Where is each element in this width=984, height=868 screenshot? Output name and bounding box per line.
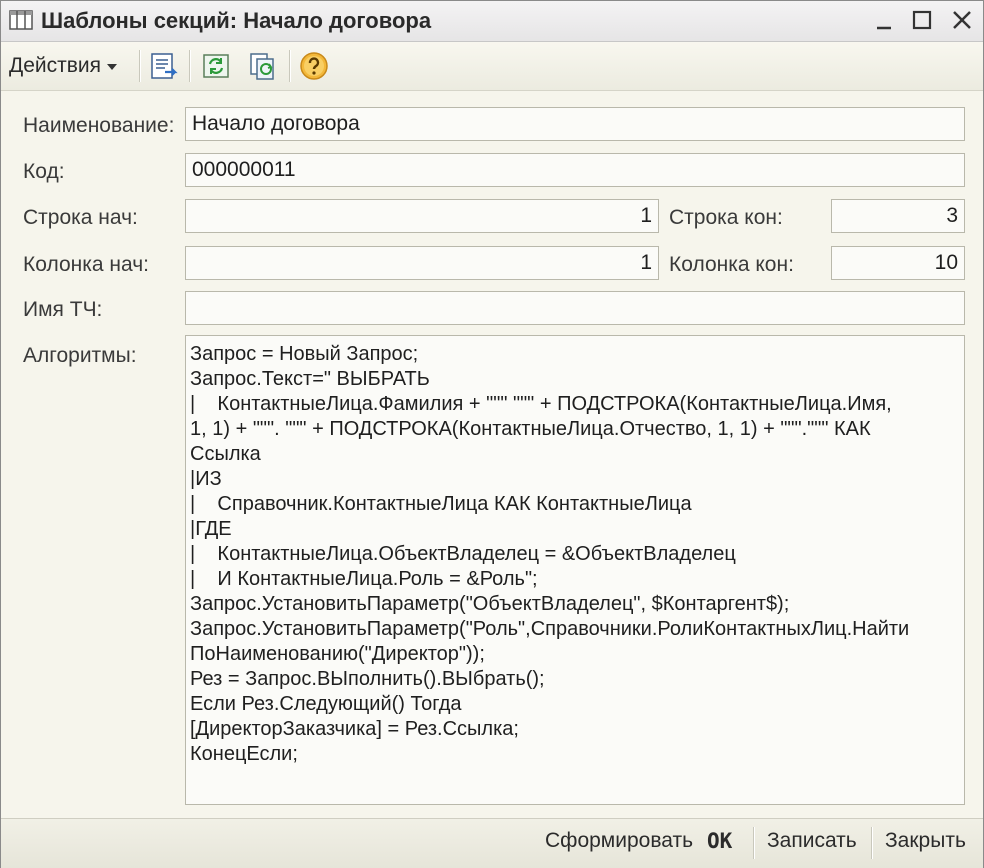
code-line: Запрос.УстановитьПараметр("Роль",Справоч… (190, 618, 910, 640)
title-bar[interactable]: Шаблоны секций: Начало договора (1, 1, 983, 42)
close-icon[interactable] (947, 7, 977, 35)
code-field[interactable]: 000000011 (185, 153, 965, 187)
row-start-field[interactable]: 1 (185, 199, 659, 233)
code-line: |ИЗ (190, 468, 222, 490)
help-icon[interactable] (297, 50, 331, 82)
row-end-label: Строка кон: (669, 206, 783, 229)
ok-button[interactable]: OK (707, 829, 732, 853)
toolbar-separator (189, 50, 191, 82)
code-line: Ссылка (190, 443, 261, 465)
col-end-field[interactable]: 10 (831, 246, 965, 280)
code-line: Рез = Запрос.ВЫполнить().ВЫбрать(); (190, 668, 545, 690)
toolbar-separator (139, 50, 141, 82)
window-title: Шаблоны секций: Начало договора (41, 8, 432, 33)
row-end-field[interactable]: 3 (831, 199, 965, 233)
button-separator (871, 827, 873, 859)
minimize-icon[interactable] (869, 7, 899, 35)
toolbar: Действия (1, 42, 983, 91)
bottom-button-bar: Сформировать OK Записать Закрыть (1, 818, 983, 868)
code-line: 1, 1) + """. """ + ПОДСТРОКА(КонтактныеЛ… (190, 418, 871, 440)
chevron-down-icon (107, 64, 118, 70)
refresh-icon[interactable] (199, 50, 233, 82)
code-line: | КонтактныеЛица.Фамилия + """ """ + ПОД… (190, 393, 892, 415)
code-label: Код: (23, 160, 65, 183)
code-line: | КонтактныеЛица.ОбъектВладелец = &Объек… (190, 543, 736, 565)
code-line: КонецЕсли; (190, 743, 298, 765)
dialog-window: Шаблоны секций: Начало договора Действия (0, 0, 984, 868)
name-field[interactable]: Начало договора (185, 107, 965, 141)
table-columns-icon (9, 10, 33, 30)
button-separator (753, 827, 755, 859)
code-line: Запрос = Новый Запрос; (190, 343, 419, 365)
code-line: | И КонтактныеЛица.Роль = &Роль"; (190, 568, 538, 590)
code-line: Если Рез.Следующий() Тогда (190, 693, 462, 715)
save-and-close-icon[interactable] (147, 50, 181, 82)
close-button[interactable]: Закрыть (885, 829, 966, 853)
code-line: [ДиректорЗаказчика] = Рез.Ссылка; (190, 718, 519, 740)
actions-menu-button[interactable]: Действия (9, 48, 135, 84)
code-line: ПоНаименованию("Директор")); (190, 643, 485, 665)
maximize-icon[interactable] (907, 7, 937, 35)
tch-name-label: Имя ТЧ: (23, 298, 103, 321)
row-start-label: Строка нач: (23, 206, 138, 229)
code-line: | Справочник.КонтактныеЛица КАК Контактн… (190, 493, 692, 515)
code-line: Запрос.Текст=" ВЫБРАТЬ (190, 368, 430, 390)
copy-icon[interactable] (245, 50, 279, 82)
generate-button[interactable]: Сформировать (545, 829, 693, 853)
col-end-label: Колонка кон: (669, 253, 794, 276)
toolbar-separator (289, 50, 291, 82)
algorithms-textarea[interactable]: Запрос = Новый Запрос; Запрос.Текст=" ВЫ… (185, 335, 965, 805)
code-line: Запрос.УстановитьПараметр("ОбъектВладеле… (190, 593, 790, 615)
algorithms-label: Алгоритмы: (23, 344, 137, 367)
col-start-field[interactable]: 1 (185, 246, 659, 280)
actions-label: Действия (9, 54, 102, 77)
tch-name-field[interactable] (185, 291, 965, 325)
code-line: |ГДЕ (190, 518, 232, 540)
save-button[interactable]: Записать (767, 829, 857, 853)
col-start-label: Колонка нач: (23, 253, 149, 276)
name-label: Наименование: (23, 114, 175, 137)
